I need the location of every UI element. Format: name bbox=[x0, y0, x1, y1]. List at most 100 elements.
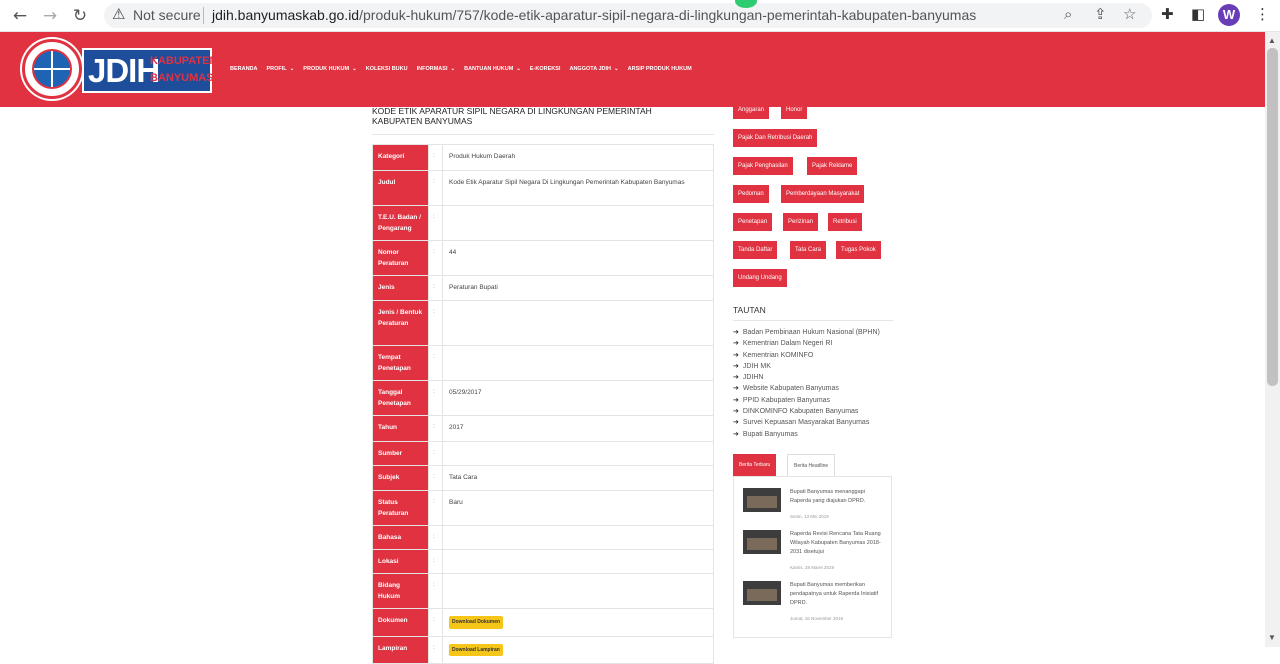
download-dokumen-button[interactable]: Download Dokumen bbox=[449, 616, 504, 629]
download-lampiran-button[interactable]: Download Lampiran bbox=[449, 643, 503, 656]
tautan-link[interactable]: ➔ Survei Kepuasan Masyarakat Banyumas bbox=[733, 418, 880, 429]
nav-item-label: PROFIL bbox=[266, 66, 287, 72]
extensions-icon[interactable]: ✚ bbox=[1161, 5, 1174, 23]
nav-item[interactable]: BANTUAN HUKUM ⌄ bbox=[464, 66, 521, 72]
side-panel-icon[interactable]: ◧ bbox=[1191, 5, 1205, 23]
table-row: Nomor Peraturan:44 bbox=[372, 239, 714, 276]
row-value: 2017 bbox=[442, 415, 714, 442]
tag-item[interactable]: Honor bbox=[781, 101, 808, 119]
back-icon[interactable]: ← bbox=[10, 6, 30, 26]
tautan-link[interactable]: ➔ Website Kabupaten Banyumas bbox=[733, 384, 880, 395]
row-colon: : bbox=[428, 380, 443, 416]
profile-avatar[interactable]: W bbox=[1218, 4, 1240, 26]
site-logo-emblem[interactable] bbox=[22, 39, 82, 99]
tautan-link[interactable]: ➔ Badan Pembinaan Hukum Nasional (BPHN) bbox=[733, 328, 880, 339]
row-label: Nomor Peraturan bbox=[372, 239, 429, 276]
table-row: Jenis / Bentuk Peraturan: bbox=[372, 300, 714, 346]
news-thumbnail[interactable] bbox=[743, 488, 781, 512]
nav-item[interactable]: PROFIL ⌄ bbox=[267, 66, 295, 72]
arrow-right-icon: ➔ bbox=[733, 339, 739, 348]
nav-item[interactable]: PRODUK HUKUM ⌄ bbox=[303, 66, 356, 72]
news-title[interactable]: Raperda Revisi Rencana Tata Ruang Wilaya… bbox=[790, 530, 882, 557]
scroll-thumb[interactable] bbox=[1267, 48, 1278, 386]
reload-icon[interactable]: ↻ bbox=[70, 6, 90, 26]
browser-menu-icon[interactable]: ⋮ bbox=[1255, 5, 1270, 23]
tag-item[interactable]: Tata Cara bbox=[790, 241, 827, 259]
row-value: Produk Hukum Daerah bbox=[442, 144, 714, 171]
tautan-link[interactable]: ➔ DINKOMINFO Kabupaten Banyumas bbox=[733, 407, 880, 418]
nav-item[interactable]: ARSIP PRODUK HUKUM bbox=[628, 66, 692, 72]
bookmark-star-icon[interactable]: ☆ bbox=[1123, 5, 1136, 23]
row-colon: : bbox=[428, 274, 443, 301]
tag-item[interactable]: Anggaran bbox=[733, 101, 770, 119]
row-colon: : bbox=[428, 464, 443, 491]
tag-item[interactable]: Undang Undang bbox=[733, 269, 787, 287]
logo-line1: KABUPATEN bbox=[150, 55, 218, 67]
warning-icon[interactable]: ⚠ bbox=[112, 5, 125, 23]
row-colon: : bbox=[428, 169, 443, 206]
tautan-link[interactable]: ➔ JDIH MK bbox=[733, 362, 880, 373]
tab-berita-headline[interactable]: Berita Headline bbox=[787, 454, 836, 476]
tautan-link[interactable]: ➔ Kementrian Dalam Negeri RI bbox=[733, 339, 880, 350]
table-row: T.E.U. Badan / Pengarang: bbox=[372, 204, 714, 241]
table-row: Bahasa: bbox=[372, 525, 714, 550]
tag-item[interactable]: Pajak Dan Retribusi Daerah bbox=[733, 129, 818, 147]
nav-item[interactable]: BERANDA bbox=[230, 66, 258, 72]
tab-berita-terbaru[interactable]: Berita Terbaru bbox=[733, 454, 777, 476]
title-divider bbox=[372, 134, 714, 135]
scroll-down-icon[interactable]: ▼ bbox=[1268, 633, 1276, 642]
nav-item[interactable]: ANGGOTA JDIH ⌄ bbox=[569, 66, 618, 72]
row-value bbox=[442, 440, 714, 466]
tag-item[interactable]: Pajak Reklame bbox=[807, 157, 858, 175]
table-row: Sumber: bbox=[372, 440, 714, 466]
news-thumbnail[interactable] bbox=[743, 530, 781, 554]
tag-item[interactable]: Pemberdayaan Masyarakat bbox=[781, 185, 865, 203]
scroll-up-icon[interactable]: ▲ bbox=[1268, 36, 1276, 45]
news-title[interactable]: Bupati Banyumas menanggapi Raperda yang … bbox=[790, 488, 882, 506]
news-title[interactable]: Bupati Banyumas memberikan pendapatnya u… bbox=[790, 581, 882, 608]
tag-item[interactable]: Perizinan bbox=[783, 213, 819, 231]
address-bar[interactable]: ⚠ Not secure jdih.banyumaskab.go.id/prod… bbox=[104, 3, 1152, 28]
tag-item[interactable]: Pedoman bbox=[733, 185, 769, 203]
table-row: Kategori: Produk Hukum Daerah bbox=[372, 144, 714, 171]
tag-item[interactable]: Penetapan bbox=[733, 213, 773, 231]
chevron-down-icon: ⌄ bbox=[289, 66, 295, 72]
tautan-link[interactable]: ➔ PPID Kabupaten Banyumas bbox=[733, 396, 880, 407]
share-icon[interactable]: ⇪ bbox=[1094, 5, 1107, 23]
row-value bbox=[442, 525, 714, 550]
row-value bbox=[442, 345, 714, 381]
tag-item[interactable]: Pajak Penghasilan bbox=[733, 157, 793, 175]
security-label[interactable]: Not secure bbox=[133, 7, 201, 23]
arrow-right-icon: ➔ bbox=[733, 328, 739, 336]
chevron-down-icon: ⌄ bbox=[450, 66, 456, 72]
table-row: Tahun:2017 bbox=[372, 415, 714, 442]
table-row: Tempat Penetapan: bbox=[372, 345, 714, 381]
tautan-link[interactable]: ➔ JDIHN bbox=[733, 373, 880, 384]
row-colon: : bbox=[428, 239, 443, 276]
tag-item[interactable]: Retribusi bbox=[828, 213, 862, 231]
news-date: Senin, 13 Mei 2019 bbox=[790, 514, 829, 519]
nav-item[interactable]: E-KOREKSI bbox=[530, 66, 561, 72]
tautan-link[interactable]: ➔ Bupati Banyumas bbox=[733, 430, 880, 441]
zoom-icon[interactable]: ⌕ bbox=[1064, 5, 1072, 23]
forward-icon[interactable]: → bbox=[40, 6, 60, 26]
tautan-link[interactable]: ➔ Kementrian KOMINFO bbox=[733, 351, 880, 362]
nav-item[interactable]: KOLEKSI BUKU bbox=[366, 66, 408, 72]
tag-item[interactable]: Tugas Pokok bbox=[836, 241, 881, 259]
row-colon: : bbox=[428, 608, 443, 637]
table-row: Tanggal Penetapan:05/29/2017 bbox=[372, 380, 714, 416]
page-scrollbar[interactable]: ▲ ▼ bbox=[1265, 32, 1280, 647]
nav-item-label: ARSIP PRODUK HUKUM bbox=[627, 66, 692, 72]
site-logo-text[interactable]: JDIH KABUPATEN BANYUMAS bbox=[82, 48, 217, 93]
arrow-right-icon: ➔ bbox=[733, 350, 739, 359]
row-colon: : bbox=[428, 635, 443, 664]
row-label: Judul bbox=[372, 169, 429, 206]
logo-line2: BANYUMAS bbox=[150, 72, 214, 84]
url-text[interactable]: jdih.banyumaskab.go.id/produk-hukum/757/… bbox=[212, 7, 976, 23]
url-domain: jdih.banyumaskab.go.id bbox=[212, 7, 360, 23]
tautan-link-label: Survei Kepuasan Masyarakat Banyumas bbox=[742, 419, 870, 427]
tag-item[interactable]: Tanda Daftar bbox=[733, 241, 778, 259]
news-thumbnail[interactable] bbox=[743, 581, 781, 605]
nav-item[interactable]: INFORMASI ⌄ bbox=[417, 66, 455, 72]
url-path: /produk-hukum/757/kode-etik-aparatur-sip… bbox=[359, 7, 977, 23]
